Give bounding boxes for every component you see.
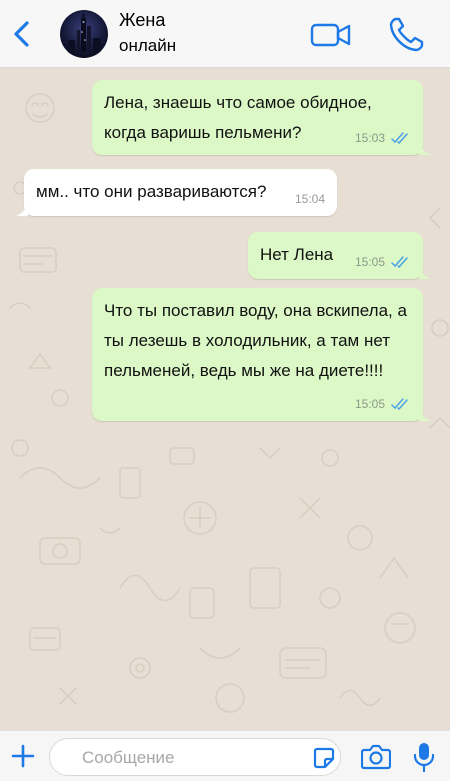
chat-header: Жена онлайн: [0, 0, 450, 68]
message-bubble-outgoing[interactable]: Нет Лена 15:05: [248, 232, 431, 279]
plus-icon[interactable]: [10, 743, 36, 769]
message-field[interactable]: [49, 738, 341, 776]
message-time: 15:05: [354, 397, 385, 411]
bubble-tail: [419, 141, 431, 155]
read-ticks-icon: [391, 256, 408, 268]
message-bubble-incoming[interactable]: мм.. что они развариваются? 15:04: [16, 169, 337, 216]
composer-bar: [0, 730, 450, 781]
message-time: 15:05: [354, 255, 385, 269]
message-text: мм.. что они развариваются?: [36, 182, 267, 201]
message-input[interactable]: [82, 746, 302, 770]
bubble-tail: [419, 407, 431, 421]
bubble-tail: [419, 265, 431, 279]
microphone-icon[interactable]: [412, 741, 436, 773]
video-camera-icon[interactable]: [310, 20, 352, 50]
contact-name[interactable]: Жена: [119, 10, 165, 31]
phone-icon[interactable]: [386, 15, 426, 55]
chat-area[interactable]: Лена, знаешь что самое обидное, когда ва…: [0, 68, 450, 730]
message-bubble-outgoing[interactable]: Что ты поставил воду, она вскипела, а ты…: [92, 288, 431, 421]
avatar[interactable]: [60, 10, 108, 58]
message-text: Что ты поставил воду, она вскипела, а ты…: [104, 301, 407, 380]
message-time: 15:03: [354, 131, 385, 145]
chevron-left-icon[interactable]: [10, 20, 34, 48]
camera-icon[interactable]: [361, 742, 391, 770]
read-ticks-icon: [391, 398, 408, 410]
message-time: 15:04: [294, 192, 325, 206]
message-bubble-outgoing[interactable]: Лена, знаешь что самое обидное, когда ва…: [92, 80, 431, 155]
contact-status: онлайн: [119, 36, 177, 55]
sticker-icon[interactable]: [313, 747, 335, 769]
read-ticks-icon: [391, 132, 408, 144]
bubble-tail: [16, 202, 28, 216]
